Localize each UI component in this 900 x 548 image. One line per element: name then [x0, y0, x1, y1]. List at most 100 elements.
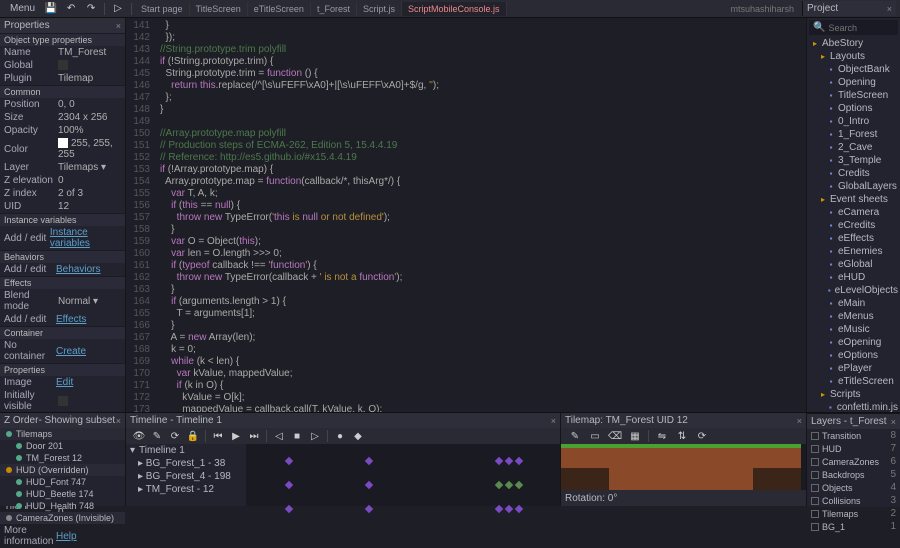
zorder-item[interactable]: HUD_Beetle 174 — [0, 488, 125, 500]
pencil-icon[interactable]: ✎ — [568, 429, 582, 443]
project-item[interactable]: ▪TitleScreen — [807, 89, 900, 102]
project-item[interactable]: ▪confetti.min.js — [807, 401, 900, 412]
prop-row[interactable]: More informationHelp — [0, 524, 125, 548]
project-item[interactable]: ▪ePlayer — [807, 362, 900, 375]
project-item[interactable]: ▪0_Intro — [807, 115, 900, 128]
project-item[interactable]: ▪eCredits — [807, 219, 900, 232]
prop-row[interactable]: Z index2 of 3 — [0, 187, 125, 200]
prop-row[interactable]: Opacity100% — [0, 124, 125, 137]
prop-row[interactable]: UID12 — [0, 200, 125, 213]
zorder-item[interactable]: Door 201 — [0, 440, 125, 452]
project-item[interactable]: ▪2_Cave — [807, 141, 900, 154]
prop-row[interactable]: Add / editEffects — [0, 313, 125, 326]
tab-startpage[interactable]: Start page — [135, 2, 190, 16]
layer-row[interactable]: BG_11 — [807, 520, 900, 533]
close-icon[interactable]: × — [887, 4, 892, 14]
project-item[interactable]: ▸Event sheets — [807, 193, 900, 206]
prop-row[interactable]: Z elevation0 — [0, 174, 125, 187]
prev-icon[interactable]: ⏮ — [211, 429, 225, 443]
project-item[interactable]: ▪eEnemies — [807, 245, 900, 258]
close-icon[interactable]: × — [551, 416, 556, 426]
project-item[interactable]: ▪eGlobal — [807, 258, 900, 271]
prop-row[interactable]: Color255, 255, 255 — [0, 137, 125, 161]
prop-row[interactable]: Position0, 0 — [0, 98, 125, 111]
project-item[interactable]: ▪eTitleScreen — [807, 375, 900, 388]
timeline-lanes[interactable] — [246, 444, 560, 506]
tab-tforest[interactable]: t_Forest — [311, 2, 357, 16]
prop-row[interactable]: Add / editBehaviors — [0, 263, 125, 276]
flip-h-icon[interactable]: ⇋ — [655, 429, 669, 443]
prop-row[interactable]: Initially visible — [0, 389, 125, 413]
zorder-item[interactable]: HUD_Font 747 — [0, 476, 125, 488]
close-icon[interactable]: × — [116, 416, 121, 426]
project-item[interactable]: ▪eEffects — [807, 232, 900, 245]
project-item[interactable]: ▪eCamera — [807, 206, 900, 219]
close-icon[interactable]: × — [116, 21, 121, 31]
menu-button[interactable]: Menu — [4, 3, 41, 14]
project-item[interactable]: ▪eLevelObjects — [807, 284, 900, 297]
prop-row[interactable]: PluginTilemap — [0, 72, 125, 85]
project-item[interactable]: ▸Scripts — [807, 388, 900, 401]
project-search[interactable]: 🔍 — [809, 20, 898, 35]
prop-row[interactable]: Global — [0, 59, 125, 72]
zorder-item[interactable]: HUD_Health 748 — [0, 500, 125, 512]
timeline-track[interactable]: ▸ BG_Forest_4 - 198 — [126, 470, 246, 483]
project-item[interactable]: ▪GlobalLayers — [807, 180, 900, 193]
code-editor[interactable]: 141 142 143 144 145 146 147 148 149 150 … — [126, 18, 806, 412]
timeline-track[interactable]: ▸ TM_Forest - 12 — [126, 483, 246, 496]
project-item[interactable]: ▪eOptions — [807, 349, 900, 362]
project-item[interactable]: ▪eHUD — [807, 271, 900, 284]
step-back-icon[interactable]: ◁ — [272, 429, 286, 443]
step-fwd-icon[interactable]: ▷ — [308, 429, 322, 443]
preview-icon[interactable]: ▷ — [111, 2, 125, 16]
project-item[interactable]: ▪eMain — [807, 297, 900, 310]
timeline-name[interactable]: ▾ Timeline 1 — [126, 444, 246, 457]
project-item[interactable]: ▪Options — [807, 102, 900, 115]
prop-row[interactable]: Blend modeNormal ▾ — [0, 289, 125, 313]
tab-scriptjs[interactable]: Script.js — [357, 2, 402, 16]
tilemap-canvas[interactable] — [561, 444, 806, 490]
project-item[interactable]: ▪eOpening — [807, 336, 900, 349]
project-item[interactable]: ▪eMusic — [807, 323, 900, 336]
zorder-item[interactable]: Tilemaps — [0, 428, 125, 440]
layer-row[interactable]: HUD7 — [807, 442, 900, 455]
prop-row[interactable]: No containerCreate — [0, 339, 125, 363]
tab-titlescreen[interactable]: TitleScreen — [190, 2, 248, 16]
project-item[interactable]: ▪1_Forest — [807, 128, 900, 141]
prop-row[interactable]: NameTM_Forest — [0, 46, 125, 59]
zorder-item[interactable]: HUD (Overridden) — [0, 464, 125, 476]
close-icon[interactable]: × — [797, 416, 802, 426]
undo-icon[interactable]: ↶ — [64, 2, 78, 16]
record-icon[interactable]: ● — [333, 429, 347, 443]
rotate-icon[interactable]: ⟳ — [695, 429, 709, 443]
redo-icon[interactable]: ↷ — [84, 2, 98, 16]
rect-icon[interactable]: ▭ — [588, 429, 602, 443]
pointer-icon[interactable]: ✎ — [150, 429, 164, 443]
fill-icon[interactable]: ▦ — [628, 429, 642, 443]
layer-row[interactable]: CameraZones6 — [807, 455, 900, 468]
prop-row[interactable]: ImageEdit — [0, 376, 125, 389]
eye-icon[interactable]: 👁 — [132, 429, 146, 443]
layer-row[interactable]: Transition8 — [807, 429, 900, 442]
lock-icon[interactable]: 🔒 — [186, 429, 200, 443]
loop-icon[interactable]: ⟳ — [168, 429, 182, 443]
zorder-item[interactable]: TM_Forest 12 — [0, 452, 125, 464]
timeline-track[interactable]: ▸ BG_Forest_1 - 38 — [126, 457, 246, 470]
code-content[interactable]: } }); //String.prototype.trim polyfill i… — [154, 18, 806, 412]
close-icon[interactable]: × — [891, 417, 896, 427]
play-icon[interactable]: ▶ — [229, 429, 243, 443]
save-icon[interactable]: 💾 — [44, 2, 58, 16]
project-item[interactable]: ▪3_Temple — [807, 154, 900, 167]
project-item[interactable]: ▪Opening — [807, 76, 900, 89]
layer-row[interactable]: Objects4 — [807, 481, 900, 494]
layer-row[interactable]: Collisions3 — [807, 494, 900, 507]
tab-etitlescreen[interactable]: eTitleScreen — [248, 2, 311, 16]
layer-row[interactable]: Backdrops5 — [807, 468, 900, 481]
project-item[interactable]: ▸AbeStory — [807, 37, 900, 50]
add-key-icon[interactable]: ◆ — [351, 429, 365, 443]
layer-row[interactable]: Tilemaps2 — [807, 507, 900, 520]
erase-icon[interactable]: ⌫ — [608, 429, 622, 443]
flip-v-icon[interactable]: ⇅ — [675, 429, 689, 443]
prop-row[interactable]: LayerTilemaps ▾ — [0, 161, 125, 174]
project-item[interactable]: ▪ObjectBank — [807, 63, 900, 76]
